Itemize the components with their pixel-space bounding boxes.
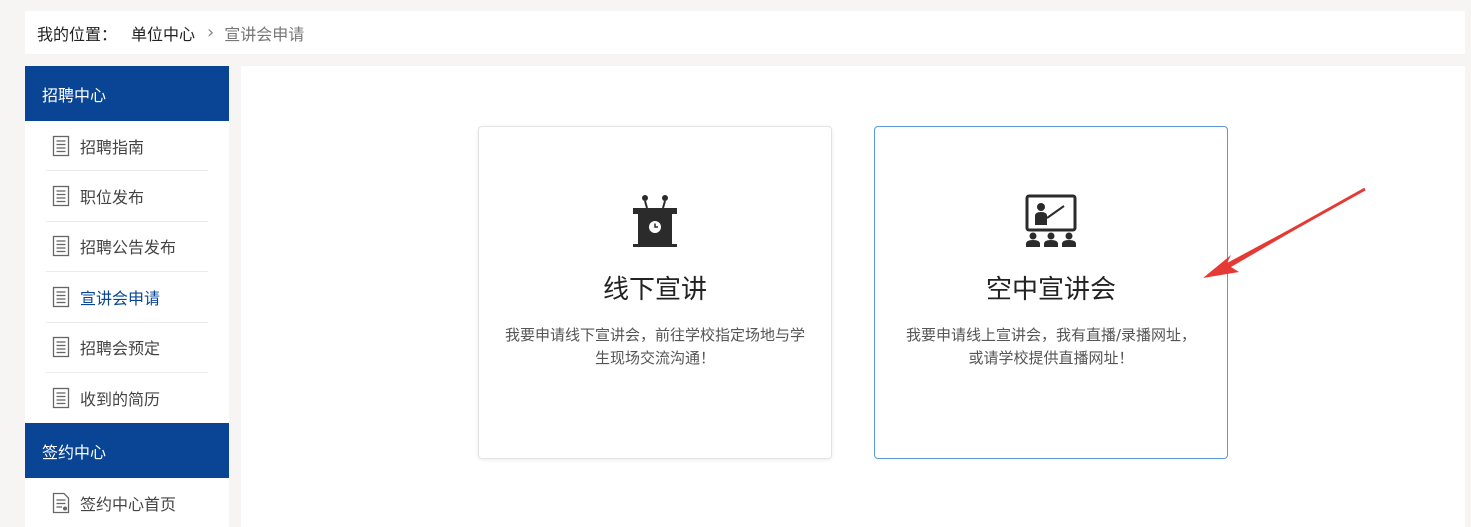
annotation-arrow-icon (1203, 187, 1366, 278)
breadcrumb-prefix: 我的位置： (37, 24, 118, 44)
card-description: 我要申请线下宣讲会，前往学校指定场地与学生现场交流沟通！ (505, 326, 806, 367)
document-list-icon (52, 135, 70, 156)
document-edit-icon (52, 492, 70, 514)
sidebar-item-label: 职位发布 (80, 188, 145, 208)
sidebar-item-label: 宣讲会申请 (80, 288, 161, 308)
document-list-icon (52, 286, 70, 308)
sign-menu: 签约中心首页 (25, 478, 229, 527)
breadcrumb-link-unit-center[interactable]: 单位中心 (131, 21, 195, 45)
podium-icon (633, 195, 677, 247)
sidebar-item-job-post[interactable]: 职位发布 (46, 171, 208, 222)
sidebar-item-recruit-guide[interactable]: 招聘指南 (46, 121, 208, 172)
sidebar-section-recruit[interactable]: 招聘中心 (25, 66, 229, 121)
sidebar-item-received-resumes[interactable]: 收到的简历 (46, 373, 208, 423)
document-list-icon (52, 185, 70, 207)
document-list-icon (52, 387, 70, 409)
presentation-screen-icon (1025, 194, 1077, 247)
breadcrumb-current: 宣讲会申请 (224, 24, 305, 44)
sidebar: 招聘中心 招聘指南 职位发布 招聘公告发布 宣讲会申请 招聘会预定 收到的简历 … (25, 66, 229, 527)
sidebar-item-announcement[interactable]: 招聘公告发布 (46, 222, 208, 273)
sidebar-item-label: 签约中心首页 (80, 495, 177, 515)
card-description: 我要申请线上宣讲会，我有直播/录播网址，或请学校提供直播网址！ (905, 326, 1197, 367)
main-content: 线下宣讲 我要申请线下宣讲会，前往学校指定场地与学生现场交流沟通！ 空中宣讲会 … (241, 66, 1465, 527)
offline-presentation-card[interactable]: 线下宣讲 我要申请线下宣讲会，前往学校指定场地与学生现场交流沟通！ (478, 126, 832, 459)
sidebar-item-label: 招聘公告发布 (80, 238, 177, 258)
sidebar-item-label: 招聘指南 (80, 137, 145, 157)
sidebar-item-presentation-apply[interactable]: 宣讲会申请 (46, 272, 208, 323)
online-presentation-card[interactable]: 空中宣讲会 我要申请线上宣讲会，我有直播/录播网址，或请学校提供直播网址！ (874, 126, 1228, 459)
card-title: 空中宣讲会 (985, 275, 1116, 305)
document-list-icon (52, 236, 70, 257)
sidebar-item-label: 招聘会预定 (80, 339, 161, 359)
sidebar-item-sign-home[interactable]: 签约中心首页 (46, 478, 208, 527)
sidebar-section-sign[interactable]: 签约中心 (25, 423, 229, 479)
sidebar-item-label: 收到的简历 (80, 390, 161, 410)
sidebar-item-job-fair-booking[interactable]: 招聘会预定 (46, 323, 208, 373)
chevron-right-icon: › (207, 21, 215, 43)
document-list-icon (52, 337, 70, 358)
breadcrumb: 我的位置： 单位中心 › 宣讲会申请 (25, 11, 1465, 54)
recruit-menu: 招聘指南 职位发布 招聘公告发布 宣讲会申请 招聘会预定 收到的简历 (25, 121, 229, 423)
card-title: 线下宣讲 (602, 275, 707, 305)
